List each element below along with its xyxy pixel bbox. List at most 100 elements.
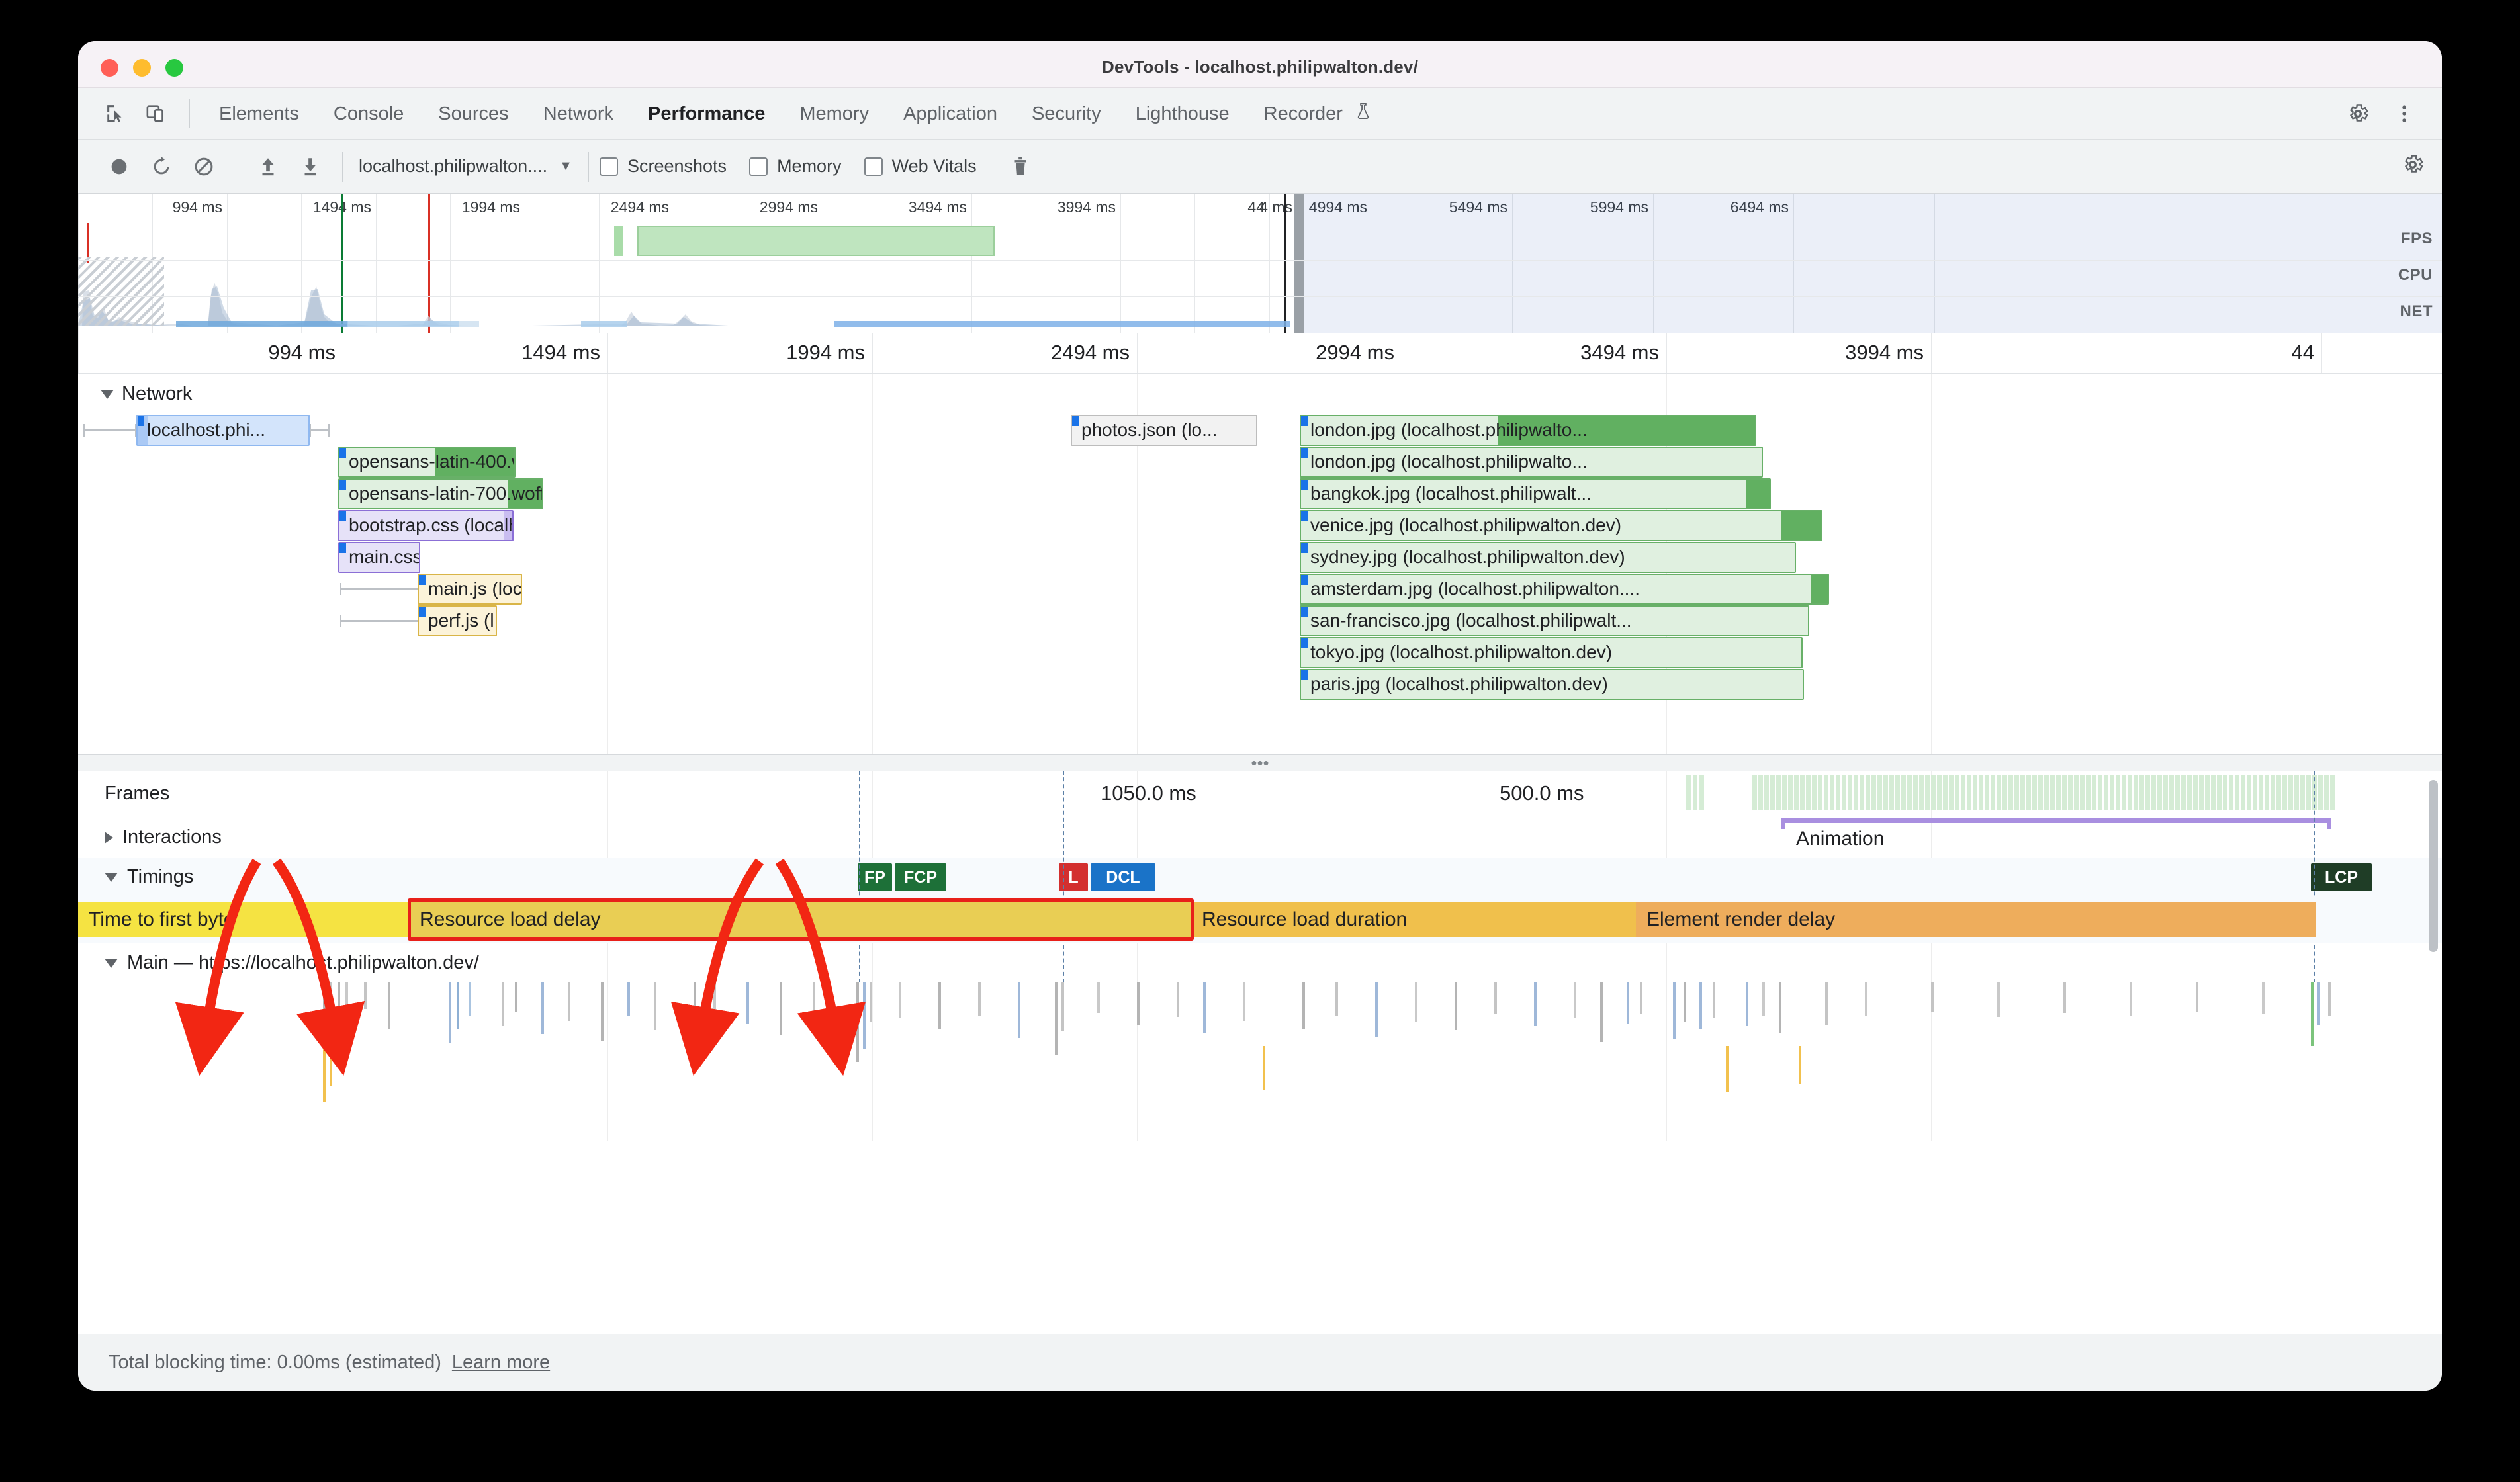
tab-lighthouse[interactable]: Lighthouse bbox=[1118, 89, 1247, 139]
ruler-tick: 3494 ms bbox=[1580, 341, 1659, 364]
overview-net-label: NET bbox=[2400, 302, 2433, 320]
network-request-label: london.jpg (localhost.philipwalto... bbox=[1310, 419, 1588, 440]
network-request-label: bangkok.jpg (localhost.philipwalt... bbox=[1310, 483, 1592, 503]
network-section-label: Network bbox=[122, 383, 193, 404]
lcp-phase-label: Time to first byte bbox=[89, 908, 235, 930]
clear-prohibited-icon[interactable] bbox=[183, 146, 225, 188]
network-row[interactable]: sydney.jpg (localhost.philipwalton.dev) bbox=[78, 542, 2442, 573]
lcp-phase-resource-load-duration[interactable]: Resource load duration bbox=[1191, 902, 1636, 937]
network-request-label: main.js (local... bbox=[428, 578, 522, 599]
network-request-bar[interactable]: san-francisco.jpg (localhost.philipwalt.… bbox=[1300, 605, 1809, 636]
chevron-down-icon bbox=[101, 389, 114, 399]
timing-marker-dcl[interactable]: DCL bbox=[1091, 863, 1155, 891]
memory-checkbox[interactable]: Memory bbox=[749, 156, 842, 177]
request-priority-pip bbox=[1301, 543, 1308, 553]
tab-performance[interactable]: Performance bbox=[631, 89, 782, 139]
network-request-label: bootstrap.css (localhos... bbox=[349, 515, 512, 535]
vertical-scrollbar[interactable] bbox=[2429, 780, 2438, 952]
target-select[interactable]: localhost.philipwalton.... ▼ bbox=[353, 156, 578, 177]
ruler-tick: 994 ms bbox=[268, 341, 336, 364]
network-request-label: main.css ... bbox=[349, 546, 420, 567]
network-request-bar[interactable]: london.jpg (localhost.philipwalto... bbox=[1300, 447, 1763, 478]
timing-marker-fcp[interactable]: FCP bbox=[895, 863, 946, 891]
request-priority-pip bbox=[1301, 416, 1308, 426]
web-vitals-checkbox[interactable]: Web Vitals bbox=[864, 156, 977, 177]
network-request-bar[interactable]: bangkok.jpg (localhost.philipwalt... bbox=[1300, 478, 1771, 509]
request-priority-pip bbox=[339, 543, 346, 553]
overview-tick: 2994 ms bbox=[759, 198, 818, 216]
devtools-window: DevTools - localhost.philipwalton.dev/ E… bbox=[78, 41, 2442, 1391]
ruler-tick: 1494 ms bbox=[521, 341, 600, 364]
load-profile-up-arrow-icon[interactable] bbox=[247, 146, 289, 188]
request-priority-pip bbox=[1301, 607, 1308, 617]
lcp-phase-element-render-delay[interactable]: Element render delay bbox=[1636, 902, 2316, 937]
main-track-row[interactable]: Main — https://localhost.philipwalton.de… bbox=[78, 944, 2442, 982]
reload-record-icon[interactable] bbox=[140, 146, 183, 188]
record-circle-icon[interactable] bbox=[98, 146, 140, 188]
tab-security[interactable]: Security bbox=[1014, 89, 1118, 139]
network-request-bar[interactable]: london.jpg (localhost.philipwalto... bbox=[1300, 415, 1756, 446]
overview-tick: 3494 ms bbox=[908, 198, 967, 216]
main-track-header[interactable]: Main — https://localhost.philipwalton.de… bbox=[105, 952, 479, 974]
tab-console[interactable]: Console bbox=[316, 89, 421, 139]
main-flame-chart[interactable] bbox=[78, 982, 2442, 1135]
request-priority-pip bbox=[1301, 575, 1308, 585]
tab-network[interactable]: Network bbox=[526, 89, 631, 139]
network-row[interactable]: tokyo.jpg (localhost.philipwalton.dev) bbox=[78, 637, 2442, 668]
interactions-label: Interactions bbox=[122, 826, 222, 848]
network-row[interactable]: paris.jpg (localhost.philipwalton.dev) bbox=[78, 669, 2442, 700]
performance-toolbar: localhost.philipwalton.... ▼ Screenshots… bbox=[78, 140, 2442, 194]
lcp-phase-ttfb[interactable]: Time to first byte bbox=[78, 902, 409, 937]
screenshots-checkbox[interactable]: Screenshots bbox=[599, 156, 727, 177]
tab-memory[interactable]: Memory bbox=[782, 89, 886, 139]
frames-track-row[interactable]: Frames 1050.0 ms 500.0 ms bbox=[78, 771, 2442, 816]
chevron-down-icon: ▼ bbox=[559, 159, 572, 173]
network-request-bar[interactable]: tokyo.jpg (localhost.philipwalton.dev) bbox=[1300, 637, 1803, 668]
timings-track-row[interactable]: Timings FP FCP L DCL LCP bbox=[78, 858, 2442, 896]
interactions-track-row[interactable]: Interactions Animation bbox=[78, 816, 2442, 859]
network-track: Network localhost.phi... opensans-latin-… bbox=[78, 374, 2442, 771]
window-titlebar: DevTools - localhost.philipwalton.dev/ bbox=[78, 41, 2442, 88]
save-profile-down-arrow-icon[interactable] bbox=[289, 146, 332, 188]
timing-marker-lcp[interactable]: LCP bbox=[2311, 863, 2372, 891]
overview-tick: 994 ms bbox=[172, 198, 222, 216]
tab-application[interactable]: Application bbox=[886, 89, 1014, 139]
network-row[interactable]: london.jpg (localhost.philipwalto... bbox=[78, 415, 2442, 446]
request-priority-pip bbox=[1301, 638, 1308, 648]
network-request-label: localhost.phi... bbox=[147, 419, 265, 440]
kebab-menu-icon[interactable] bbox=[2381, 94, 2427, 134]
lcp-phase-resource-load-delay[interactable]: Resource load delay bbox=[409, 902, 1191, 937]
network-request-label: san-francisco.jpg (localhost.philipwalt.… bbox=[1310, 610, 1632, 631]
timings-header[interactable]: Timings bbox=[105, 866, 193, 888]
total-blocking-time-status: Total blocking time: 0.00ms (estimated) bbox=[109, 1352, 441, 1373]
tab-recorder-label: Recorder bbox=[1263, 103, 1343, 124]
interactions-header[interactable]: Interactions bbox=[105, 826, 222, 848]
timeline-overview[interactable]: 494 ms 994 ms 1494 ms 1994 ms 2494 ms 29… bbox=[78, 194, 2442, 333]
tab-elements[interactable]: Elements bbox=[202, 89, 316, 139]
window-title: DevTools - localhost.philipwalton.dev/ bbox=[1101, 57, 1419, 77]
desktop-background: DevTools - localhost.philipwalton.dev/ E… bbox=[0, 0, 2520, 1482]
gear-icon[interactable] bbox=[2335, 94, 2381, 134]
overview-row-fps: FPS bbox=[78, 224, 2442, 261]
device-toolbar-icon[interactable] bbox=[136, 94, 177, 134]
ruler-tick: 2994 ms bbox=[1316, 341, 1394, 364]
trash-icon[interactable] bbox=[999, 146, 1042, 188]
request-priority-pip bbox=[1301, 511, 1308, 521]
overview-tick: 2494 ms bbox=[610, 198, 669, 216]
tab-sources[interactable]: Sources bbox=[421, 89, 525, 139]
network-request-bar[interactable]: sydney.jpg (localhost.philipwalton.dev) bbox=[1300, 542, 1796, 573]
network-request-bar[interactable]: amsterdam.jpg (localhost.philipwalton...… bbox=[1300, 574, 1829, 605]
pane-resizer[interactable]: ••• bbox=[78, 754, 2442, 771]
network-request-bar[interactable]: venice.jpg (localhost.philipwalton.dev) bbox=[1300, 510, 1822, 541]
capture-settings-button[interactable] bbox=[2401, 153, 2442, 180]
chevron-down-icon bbox=[105, 872, 118, 882]
learn-more-link[interactable]: Learn more bbox=[452, 1352, 550, 1373]
network-section-header[interactable]: Network bbox=[101, 383, 192, 405]
request-priority-pip bbox=[1072, 416, 1079, 426]
timing-marker-fp[interactable]: FP bbox=[858, 863, 892, 891]
memory-label: Memory bbox=[777, 156, 842, 176]
network-request-label: opensans-latin-700.woff2 (l... bbox=[349, 483, 543, 503]
network-request-bar[interactable]: paris.jpg (localhost.philipwalton.dev) bbox=[1300, 669, 1804, 700]
inspect-cursor-icon[interactable] bbox=[95, 94, 136, 134]
tab-recorder[interactable]: Recorder bbox=[1247, 89, 1388, 139]
